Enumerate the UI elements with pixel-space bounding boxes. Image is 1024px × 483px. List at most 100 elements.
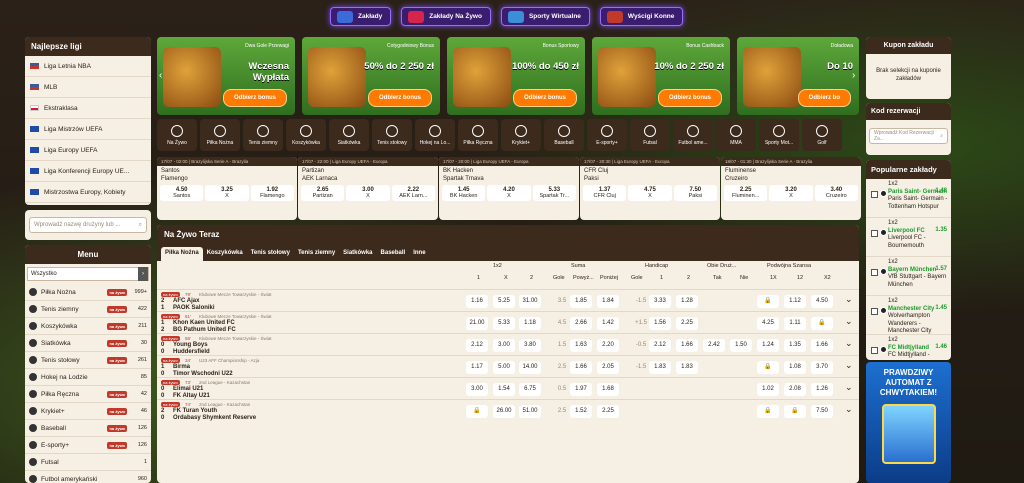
- live-match-row[interactable]: na żywo 79' Klubowe Mecze Towarzyskie - Św…: [157, 289, 859, 311]
- odd-button[interactable]: 2.42: [703, 339, 725, 352]
- promo-banner[interactable]: Dwa Gole Przewagi Wczesna Wypłata Odbierz …: [157, 37, 295, 115]
- carousel-prev-icon[interactable]: ‹: [159, 70, 162, 81]
- match-card[interactable]: 17/07 - 02:00 | Brazylijska Serie A - Br…: [157, 157, 297, 220]
- odd-button[interactable]: 2.25: [597, 405, 619, 418]
- odd-button[interactable]: 🔒: [757, 295, 779, 308]
- sport-tab[interactable]: Baseball: [544, 119, 584, 151]
- carousel-next-icon[interactable]: ›: [852, 70, 855, 81]
- match-card[interactable]: 17/07 - 22:00 | Liga Europy UEFA - Europ…: [298, 157, 438, 220]
- league-item[interactable]: Liga Letnia NBA: [25, 56, 151, 77]
- odd-button[interactable]: 1.24: [757, 339, 779, 352]
- menu-item[interactable]: E-sporty+ na żywo 126: [25, 437, 151, 454]
- odd-button[interactable]: 1.52: [570, 405, 592, 418]
- odd-button[interactable]: 4.50: [811, 295, 833, 308]
- claim-bonus-button[interactable]: Odbierz bonus: [223, 89, 287, 107]
- odd-button[interactable]: 3.25 X: [205, 185, 249, 201]
- menu-item[interactable]: Tenis stołowy na żywo 261: [25, 352, 151, 369]
- odd-button[interactable]: 3.33: [649, 295, 671, 308]
- team-search-input[interactable]: Wprowadź nazwę drużyny lub ... ⌕: [29, 217, 147, 233]
- live-sport-tab[interactable]: Baseball: [377, 247, 410, 261]
- select-checkbox[interactable]: [871, 230, 878, 237]
- odd-button[interactable]: 1.66: [676, 339, 698, 352]
- odd-button[interactable]: 🔒: [784, 405, 806, 418]
- odd-button[interactable]: 1.16: [466, 295, 488, 308]
- odd-button[interactable]: 🔒: [757, 405, 779, 418]
- sport-tab[interactable]: Tenis stołowy: [372, 119, 412, 151]
- match-card[interactable]: 17/07 - 20:00 | Liga Europy UEFA - Europ…: [439, 157, 579, 220]
- nav-horses-button[interactable]: Wyścigi Konne: [599, 7, 684, 26]
- odd-button[interactable]: 2.22 AEK Larn...: [391, 185, 435, 201]
- odd-button[interactable]: 🔒: [466, 405, 488, 418]
- odd-button[interactable]: 2.65 Partizan: [301, 185, 345, 201]
- sport-tab[interactable]: Futbol ame...: [673, 119, 713, 151]
- odd-button[interactable]: 1.45 BK Hacken: [442, 185, 486, 201]
- menu-item[interactable]: Hokej na Lodzie 85: [25, 369, 151, 386]
- odd-button[interactable]: 2.12: [466, 339, 488, 352]
- nav-zaklady-button[interactable]: Zakłady: [330, 7, 392, 26]
- odd-button[interactable]: 5.33: [493, 317, 515, 330]
- chevron-down-icon[interactable]: ⌄: [845, 316, 853, 327]
- odd-button[interactable]: 1.08: [784, 361, 806, 374]
- odd-button[interactable]: 2.66: [570, 317, 592, 330]
- odd-button[interactable]: 14.00: [519, 361, 541, 374]
- odd-button[interactable]: 1.56: [649, 317, 671, 330]
- claim-bonus-button[interactable]: Odbierz bonus: [513, 89, 577, 107]
- match-card[interactable]: 18/07 - 01:30 | Brazylijska Serie A - Br…: [721, 157, 861, 220]
- odd-button[interactable]: 2.05: [597, 361, 619, 374]
- odd-button[interactable]: 5.00: [493, 361, 515, 374]
- select-checkbox[interactable]: [871, 269, 878, 276]
- odd-button[interactable]: 3.70: [811, 361, 833, 374]
- odd-button[interactable]: 2.12: [649, 339, 671, 352]
- live-sport-tab[interactable]: Inne: [409, 247, 429, 261]
- sport-tab[interactable]: Futsal: [630, 119, 670, 151]
- odd-button[interactable]: 1.37 CFR Cluj: [583, 185, 627, 201]
- live-sport-tab[interactable]: Koszykówka: [203, 247, 247, 261]
- sport-tab[interactable]: Siatkówka: [329, 119, 369, 151]
- odd-button[interactable]: 2.20: [597, 339, 619, 352]
- odd-button[interactable]: 1.12: [784, 295, 806, 308]
- live-sport-tab[interactable]: Tenis ziemny: [294, 247, 339, 261]
- odd-button[interactable]: 🔒: [757, 361, 779, 374]
- odd-button[interactable]: 4.20 X: [487, 185, 531, 201]
- odd-button[interactable]: 4.25: [757, 317, 779, 330]
- odd-button[interactable]: 1.28: [676, 295, 698, 308]
- sport-tab[interactable]: Krykiet+: [501, 119, 541, 151]
- live-sport-tab[interactable]: Piłka Nożna: [161, 247, 203, 261]
- select-checkbox[interactable]: [871, 347, 878, 354]
- sport-tab[interactable]: Koszykówka: [286, 119, 326, 151]
- menu-item[interactable]: Tenis ziemny na żywo 422: [25, 301, 151, 318]
- claw-machine-ad[interactable]: PRAWDZIWY AUTOMAT Z CHWYTAKIEM!: [866, 362, 951, 483]
- odd-button[interactable]: 1.92 Flamengo: [250, 185, 294, 201]
- nav-virtual-button[interactable]: Sporty Wirtualne: [500, 7, 590, 26]
- odd-button[interactable]: 51.00: [519, 405, 541, 418]
- match-card[interactable]: 17/07 - 20:30 | Liga Europy UEFA - Europ…: [580, 157, 720, 220]
- promo-banner[interactable]: Bonus Sportowy 100% do 450 zł Odbierz bonu…: [447, 37, 585, 115]
- claim-bonus-button[interactable]: Odbierz bo: [797, 89, 851, 107]
- select-checkbox[interactable]: [871, 308, 878, 315]
- popular-bet-item[interactable]: 1x2 Liverpool FC Liverpool FC - Bournemout…: [866, 218, 951, 257]
- menu-item[interactable]: Krykiet+ na żywo 46: [25, 403, 151, 420]
- odd-button[interactable]: 1.54: [493, 383, 515, 396]
- odd-button[interactable]: 3.00 X: [346, 185, 390, 201]
- odd-button[interactable]: 1.18: [519, 317, 541, 330]
- live-match-row[interactable]: na żywo 74' 2nd League - Kazachstan 2 0 FK Tu…: [157, 399, 859, 423]
- popular-bet-item[interactable]: 1x2 Bayern München VfB Stuttgart - Bayern …: [866, 257, 951, 296]
- menu-item[interactable]: Siatkówka na żywo 30: [25, 335, 151, 352]
- odd-button[interactable]: 1.85: [570, 295, 592, 308]
- odd-button[interactable]: 1.17: [466, 361, 488, 374]
- odd-button[interactable]: 1.68: [597, 383, 619, 396]
- live-match-row[interactable]: na żywo 73' 2nd League - Kazachstan 0 0 Elima…: [157, 377, 859, 399]
- league-item[interactable]: Mistrzostwa Europy, Kobiety: [25, 182, 151, 203]
- sport-tab[interactable]: MMA: [716, 119, 756, 151]
- odd-button[interactable]: 2.25: [676, 317, 698, 330]
- promo-banner[interactable]: Cotygodniowy Bonus 50% do 2 250 zł Odbierz…: [302, 37, 440, 115]
- league-item[interactable]: Liga Konferencji Europy UE...: [25, 161, 151, 182]
- odd-button[interactable]: 1.66: [811, 339, 833, 352]
- menu-item[interactable]: Piłka Ręczna na żywo 42: [25, 386, 151, 403]
- odd-button[interactable]: 1.42: [597, 317, 619, 330]
- odd-button[interactable]: 1.83: [649, 361, 671, 374]
- odd-button[interactable]: 3.20 X: [769, 185, 813, 201]
- odd-button[interactable]: 1.83: [676, 361, 698, 374]
- odd-button[interactable]: 21.00: [466, 317, 488, 330]
- odd-button[interactable]: 7.50 Paksi: [673, 185, 717, 201]
